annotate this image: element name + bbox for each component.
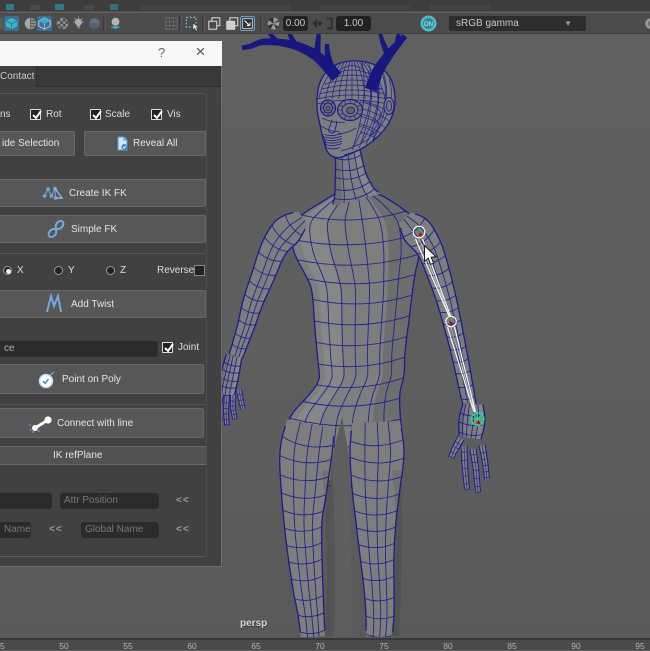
svg-text:ON: ON: [424, 22, 433, 28]
